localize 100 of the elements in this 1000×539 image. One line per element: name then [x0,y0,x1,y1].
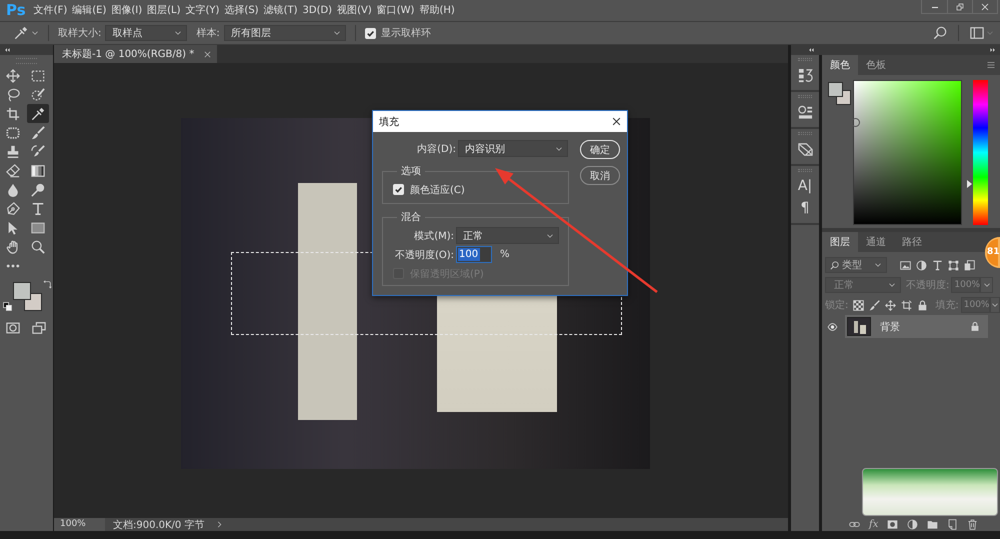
eyedropper-icon [31,106,45,120]
dialog-title: 填充 [379,116,399,128]
smart-filter-icon[interactable] [964,260,975,270]
menu-item[interactable]: 编辑(E) [72,4,106,18]
panel-menu-icon[interactable] [986,61,996,69]
caret-icon [990,301,999,309]
properties-icon[interactable] [798,105,812,120]
color-adapt-label: 颜色适应(C) [410,184,465,196]
shape-filter-icon[interactable] [948,260,959,270]
group-title: 混合 [400,211,422,224]
paragraph-icon[interactable]: ¶ [800,201,810,216]
expand-icon[interactable] [989,47,997,53]
mask-icon[interactable] [887,519,898,530]
panel-tab[interactable]: 图层 [822,232,858,252]
panel-tab[interactable]: 通道 [858,232,894,252]
hue-slider-thumb[interactable] [967,180,972,188]
tool-preset-button[interactable] [14,26,39,40]
menu-item[interactable]: 窗口(W) [376,4,414,18]
trash-icon[interactable] [967,519,978,530]
folder-icon[interactable] [927,519,938,530]
close-icon[interactable] [612,117,621,126]
mode-dropdown[interactable]: 正常 [456,227,559,244]
caret-icon [888,281,896,289]
image-filter-icon[interactable] [900,260,911,270]
adjustment-icon[interactable] [907,519,918,530]
menu-item[interactable]: 文字(Y) [186,4,220,18]
brush-icon [31,126,45,140]
hue-slider[interactable] [967,80,988,225]
panel-tab[interactable]: 色板 [858,55,894,75]
menu-item[interactable]: 图像(I) [111,4,142,18]
swap-arrows-icon[interactable] [43,280,52,289]
search-icon[interactable] [933,26,947,40]
show-ring-checkbox[interactable] [364,28,376,38]
menu-item[interactable]: 3D(D) [302,4,332,18]
close-icon [981,2,989,10]
menu-item[interactable]: 视图(V) [337,4,372,18]
document-info: 文档:900.0K/0 字节 [113,518,204,532]
tool-button[interactable] [27,104,49,123]
gradient-icon [31,164,45,178]
panel-tab[interactable]: 颜色 [822,55,858,75]
fx-icon[interactable]: fx [869,519,878,530]
move-icon [6,68,20,82]
link-icon[interactable] [849,519,860,530]
chevron-right-icon[interactable] [216,521,224,528]
menu-item[interactable]: 帮助(H) [419,4,455,18]
collapse-icon[interactable] [3,47,11,53]
dashed-rectangle-icon [31,68,45,82]
color-picker-ring[interactable] [851,118,860,127]
collapse-icon[interactable] [807,47,815,53]
menu-item[interactable]: 文件(F) [34,4,68,18]
filter-dropdown[interactable]: 类型 [825,257,887,273]
fill-field: 100% [960,297,990,313]
lock-icon[interactable] [917,300,928,310]
drop-icon [6,182,20,196]
fill-menu-button[interactable] [990,297,1000,313]
lasso-icon [6,88,20,102]
crop-icon[interactable] [901,300,912,310]
pen-icon [6,202,20,216]
default-colors-icon[interactable] [3,302,12,311]
sample-size-dropdown[interactable]: 取样点 [105,25,188,41]
caret-icon [555,144,563,152]
opacity-menu-button[interactable] [980,277,994,293]
checkerboard-icon[interactable] [853,300,864,310]
app-logo: Ps [6,0,26,21]
quick-mask-icon[interactable] [6,321,20,335]
history-brush-icon [31,144,45,158]
eyedropper-icon [14,26,28,40]
color-adapt-checkbox[interactable] [393,184,404,195]
menu-item[interactable]: 图层(L) [147,4,180,18]
ok-button[interactable]: 确定 [580,140,620,159]
opacity-label: 不透明度(O): [394,248,455,262]
crop-icon [6,106,20,120]
dotted-frame-icon [6,126,20,140]
workspace-icon[interactable] [970,26,984,40]
opacity-field[interactable]: 100 [456,246,492,263]
adjustment-filter-icon[interactable] [916,260,927,270]
panel-tab[interactable]: 路径 [894,232,930,252]
brush-selection-icon [31,88,45,102]
transform-icon[interactable] [798,142,812,157]
menu-item[interactable]: 选择(S) [224,4,259,18]
move-icon[interactable] [885,300,896,310]
brush-icon[interactable] [869,300,880,310]
new-layer-icon[interactable] [947,519,958,530]
zoom-level[interactable]: 100% [54,518,105,531]
color-swatches-icon[interactable] [13,282,42,311]
cancel-button[interactable]: 取消 [580,166,620,185]
sample-dropdown[interactable]: 所有图层 [224,25,346,41]
content-dropdown[interactable]: 内容识别 [458,140,568,157]
menu-item[interactable]: 滤镜(T) [264,4,298,18]
color-swatches-icon[interactable] [828,82,851,105]
screen-mode-icon[interactable] [32,321,46,335]
layer-row[interactable]: 背景 [845,315,988,338]
eye-icon[interactable] [826,322,839,332]
opacity-field: 100% [951,277,980,293]
document-tab[interactable]: 未标题-1 @ 100%(RGB/8) * [54,45,218,63]
color-field[interactable] [853,80,962,225]
zoom-icon [31,240,45,254]
type-filter-icon[interactable] [932,260,943,270]
history-icon[interactable] [798,68,812,83]
character-icon[interactable]: A| [798,179,812,194]
